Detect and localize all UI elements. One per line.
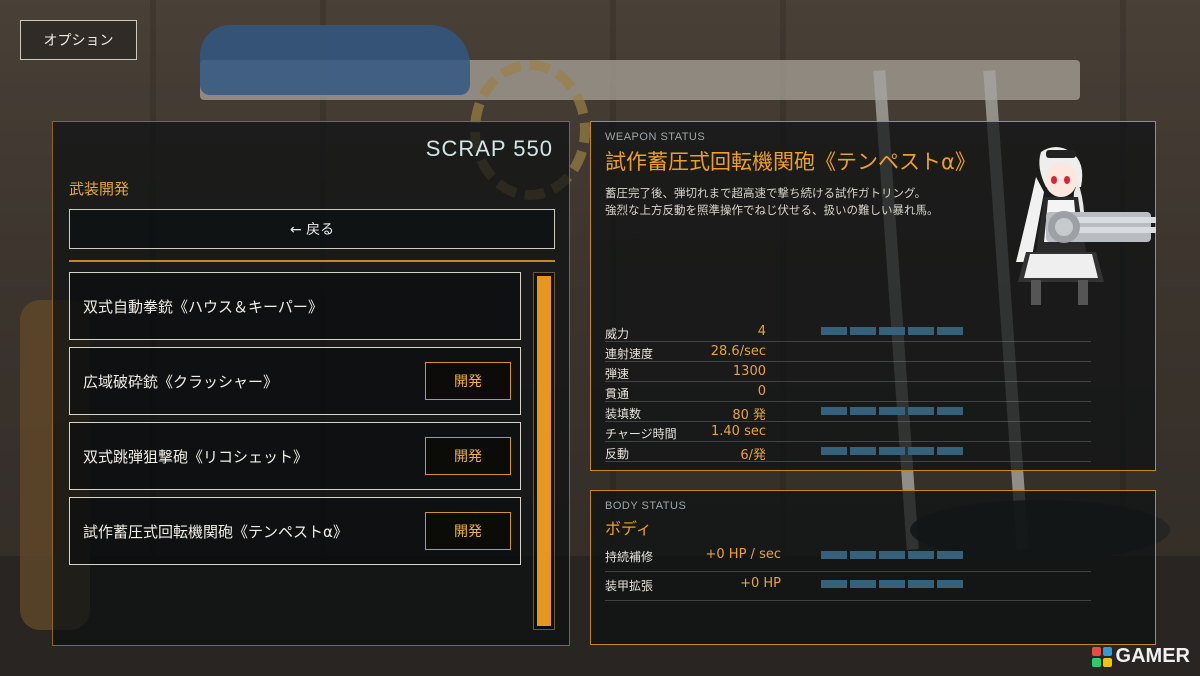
- weapon-item[interactable]: 双式跳弾狙撃砲《リコシェット》 開発: [69, 422, 521, 490]
- stat-bar-segment: [879, 407, 905, 415]
- brand-logo-icon: [1091, 646, 1112, 667]
- stat-row: 連射速度 28.6/sec: [605, 342, 1091, 362]
- stat-bar-segment: [908, 407, 934, 415]
- stat-bar-segment: [908, 327, 934, 335]
- stat-label: 弾速: [605, 367, 630, 381]
- stat-row: チャージ時間 1.40 sec: [605, 422, 1091, 442]
- stat-bar-segment: [821, 580, 847, 588]
- stat-bar-segment: [908, 551, 934, 559]
- scrollbar[interactable]: [533, 272, 555, 630]
- stat-label: チャージ時間: [605, 427, 677, 441]
- scrollbar-thumb[interactable]: [537, 276, 551, 626]
- weapon-development-panel: SCRAP 550 武装開発 ← 戻る 双式自動拳銃《ハウス＆キーパー》 広域破…: [52, 121, 570, 646]
- stat-bar-segment: [937, 407, 963, 415]
- weapon-title: 試作蓄圧式回転機関砲《テンペストα》: [605, 150, 976, 174]
- stat-value: 4: [757, 324, 766, 339]
- stat-label: 貫通: [605, 387, 630, 401]
- stat-bar-segment: [850, 447, 876, 455]
- scrap-counter: SCRAP 550: [425, 136, 553, 161]
- stat-value: 1300: [732, 364, 766, 379]
- stat-value: +0 HP: [740, 576, 781, 591]
- divider: [69, 260, 555, 262]
- stat-bar-segment: [821, 407, 847, 415]
- weapon-item[interactable]: 双式自動拳銃《ハウス＆キーパー》: [69, 272, 521, 340]
- stat-row: 装甲拡張 +0 HP: [605, 572, 1091, 601]
- develop-button[interactable]: 開発: [425, 362, 511, 400]
- stat-bar-segment: [850, 551, 876, 559]
- stat-bar: [821, 447, 963, 455]
- stat-bar-segment: [821, 551, 847, 559]
- weapon-status-caption: WEAPON STATUS: [605, 131, 706, 143]
- stat-value: +0 HP / sec: [705, 547, 781, 562]
- stat-label: 威力: [605, 327, 630, 341]
- weapon-status-panel: WEAPON STATUS 試作蓄圧式回転機関砲《テンペストα》 蓄圧完了後、弾…: [590, 121, 1156, 471]
- stat-row: 反動 6/発: [605, 442, 1091, 463]
- stat-bar-segment: [937, 580, 963, 588]
- stat-bar-segment: [850, 580, 876, 588]
- body-stats: 持続補修 +0 HP / sec 装甲拡張 +0 HP: [605, 543, 1091, 601]
- stat-bar-segment: [850, 407, 876, 415]
- weapon-item[interactable]: 試作蓄圧式回転機関砲《テンペストα》 開発: [69, 497, 521, 565]
- stat-row: 装填数 80 発: [605, 402, 1091, 423]
- weapon-stats: 威力 4 連射速度 28.6/sec 弾速 1300 貫通 0 装填数 80 発…: [605, 322, 1091, 463]
- weapon-list: 双式自動拳銃《ハウス＆キーパー》 広域破砕銃《クラッシャー》 開発 双式跳弾狙撃…: [69, 272, 521, 572]
- stat-bar-segment: [908, 580, 934, 588]
- brand-text: GAMER: [1115, 645, 1190, 667]
- character-illustration: [1016, 147, 1156, 305]
- develop-button[interactable]: 開発: [425, 512, 511, 550]
- stat-bar-segment: [821, 327, 847, 335]
- weapon-name: 双式自動拳銃《ハウス＆キーパー》: [83, 297, 323, 316]
- stat-bar-segment: [937, 447, 963, 455]
- stat-value: 0: [757, 384, 766, 399]
- stat-value: 1.40 sec: [711, 424, 766, 439]
- stat-bar-segment: [821, 447, 847, 455]
- stat-bar: [821, 327, 963, 335]
- body-status-caption: BODY STATUS: [605, 500, 687, 512]
- stat-row: 弾速 1300: [605, 362, 1091, 382]
- stat-bar-segment: [879, 447, 905, 455]
- body-status-panel: BODY STATUS ボディ 持続補修 +0 HP / sec 装甲拡張 +0…: [590, 490, 1156, 645]
- stat-label: 持続補修: [605, 550, 654, 564]
- develop-button[interactable]: 開発: [425, 437, 511, 475]
- options-button[interactable]: オプション: [20, 20, 137, 60]
- stat-bar: [821, 580, 963, 588]
- weapon-name: 試作蓄圧式回転機関砲《テンペストα》: [83, 522, 348, 541]
- back-button[interactable]: ← 戻る: [69, 209, 555, 249]
- stat-bar-segment: [937, 551, 963, 559]
- stat-bar-segment: [879, 580, 905, 588]
- stat-bar-segment: [908, 447, 934, 455]
- weapon-name: 広域破砕銃《クラッシャー》: [83, 372, 279, 391]
- stat-row: 威力 4: [605, 322, 1091, 342]
- stat-label: 反動: [605, 447, 630, 461]
- stat-value: 80 発: [732, 408, 766, 423]
- stat-value: 6/発: [740, 448, 766, 463]
- brand-watermark: GAMER: [1091, 645, 1190, 668]
- stat-bar-segment: [850, 327, 876, 335]
- stat-label: 連射速度: [605, 347, 654, 361]
- stat-value: 28.6/sec: [710, 344, 766, 359]
- stat-label: 装填数: [605, 407, 642, 421]
- body-title: ボディ: [605, 519, 652, 538]
- stat-bar: [821, 407, 963, 415]
- weapon-name: 双式跳弾狙撃砲《リコシェット》: [83, 447, 309, 466]
- section-title: 武装開発: [69, 180, 130, 198]
- stat-bar-segment: [879, 551, 905, 559]
- stat-bar-segment: [937, 327, 963, 335]
- stat-row: 持続補修 +0 HP / sec: [605, 543, 1091, 572]
- stat-bar-segment: [879, 327, 905, 335]
- stat-label: 装甲拡張: [605, 579, 654, 593]
- weapon-description: 蓄圧完了後、弾切れまで超高速で撃ち続ける試作ガトリング。 強烈な上方反動を照準操…: [605, 186, 939, 217]
- stat-row: 貫通 0: [605, 382, 1091, 402]
- stat-bar: [821, 551, 963, 559]
- weapon-item[interactable]: 広域破砕銃《クラッシャー》 開発: [69, 347, 521, 415]
